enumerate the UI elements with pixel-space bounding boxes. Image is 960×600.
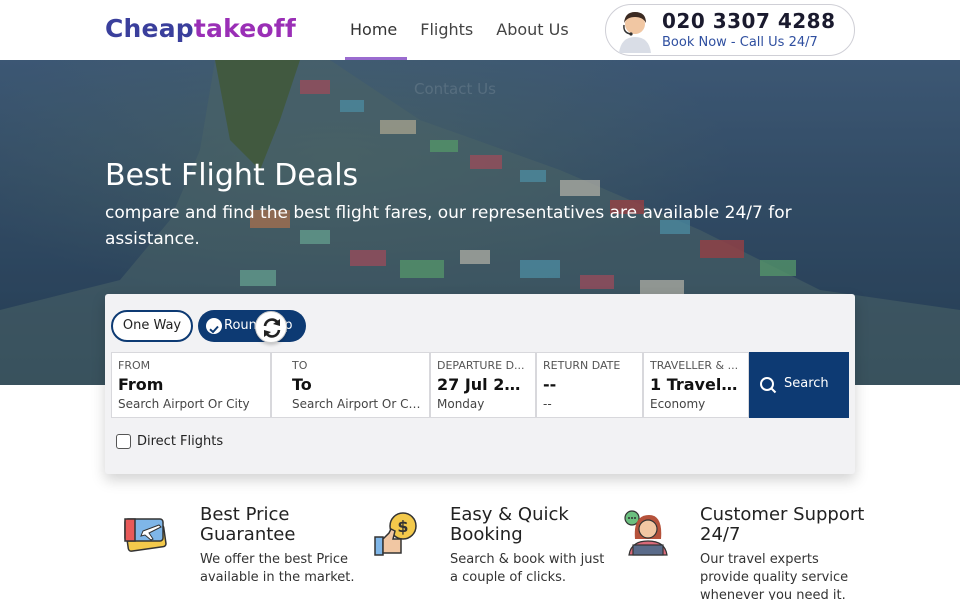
from-label: FROM [118, 359, 151, 372]
return-value: -- [543, 375, 557, 394]
direct-flights-label: Direct Flights [137, 434, 224, 449]
phone-subtext: Book Now - Call Us 24/7 [662, 35, 818, 50]
nav-flights[interactable]: Flights [410, 0, 483, 60]
swap-button[interactable] [255, 311, 287, 343]
feature-customer-support: Customer Support 24/7 Our travel experts… [623, 505, 864, 600]
feature-title: Customer Support 24/7 [700, 504, 865, 545]
to-value: To [292, 375, 312, 394]
to-placeholder: Search Airport Or City [292, 397, 423, 411]
nav-home[interactable]: Home [340, 0, 408, 60]
search-icon [760, 377, 777, 394]
nav-contact-us[interactable]: Contact Us [414, 80, 496, 98]
phone-number: 020 3307 4288 [662, 9, 836, 33]
from-field[interactable]: FROM From Search Airport Or City [111, 352, 271, 418]
from-placeholder: Search Airport Or City [118, 397, 250, 411]
direct-flights-checkbox[interactable] [116, 434, 131, 449]
return-day: -- [543, 397, 552, 411]
feature-description: We offer the best Price available in the… [200, 552, 355, 585]
feature-best-price: Best Price Guarantee We offer the best P… [123, 505, 363, 600]
departure-label: DEPARTURE D... [437, 359, 525, 372]
logo-text-part2: takeoff [193, 14, 296, 43]
ticket-plane-icon [124, 518, 167, 552]
from-value: From [118, 375, 164, 394]
search-button[interactable]: Search [749, 352, 849, 418]
svg-text:$: $ [397, 517, 408, 536]
main-nav: Home Flights About Us [340, 0, 582, 60]
phone-contact-box[interactable]: 020 3307 4288 Book Now - Call Us 24/7 [605, 4, 855, 56]
search-fields: FROM From Search Airport Or City TO To S… [111, 352, 749, 418]
feature-easy-booking: $ Easy & Quick Booking Search & book wit… [373, 505, 613, 600]
traveller-value: 1 Traveller [650, 375, 742, 394]
logo-text-part1: Cheap [105, 14, 194, 43]
agent-avatar-icon [619, 12, 651, 53]
traveller-field[interactable]: TRAVELLER & ... 1 Traveller Economy [643, 352, 749, 418]
search-button-label: Search [784, 376, 829, 391]
check-circle-icon [206, 318, 222, 334]
site-logo[interactable]: Cheaptakeoff [105, 14, 296, 43]
trip-one-way[interactable]: One Way [111, 310, 193, 342]
hero-subtitle: compare and find the best flight fares, … [105, 203, 792, 249]
thumbs-up-dollar-icon: $ [374, 512, 417, 556]
feature-description: Our travel experts provide quality servi… [700, 552, 849, 600]
to-label: TO [292, 359, 308, 372]
return-label: RETURN DATE [543, 359, 621, 372]
flight-search-card: One Way Round Trip FROM From Search Airp… [105, 294, 855, 474]
traveller-label: TRAVELLER & ... [650, 359, 739, 372]
nav-about-us[interactable]: About Us [486, 0, 578, 60]
departure-day: Monday [437, 397, 485, 411]
swap-arrows-icon [263, 318, 281, 338]
departure-date-field[interactable]: DEPARTURE D... 27 Jul 20... Monday [430, 352, 536, 418]
to-field[interactable]: TO To Search Airport Or City [271, 352, 430, 418]
cabin-class: Economy [650, 397, 706, 411]
feature-description: Search & book with just a couple of clic… [450, 552, 605, 585]
site-header: Cheaptakeoff Home Flights About Us 020 3… [0, 0, 960, 60]
feature-title: Best Price Guarantee [200, 504, 296, 545]
hero-title: Best Flight Deals [105, 158, 359, 193]
feature-title: Easy & Quick Booking [450, 504, 569, 545]
departure-value: 27 Jul 20... [437, 375, 529, 394]
return-date-field[interactable]: RETURN DATE -- -- [536, 352, 643, 418]
support-agent-icon [624, 510, 668, 556]
trip-round-trip[interactable]: Round Trip [198, 310, 306, 342]
